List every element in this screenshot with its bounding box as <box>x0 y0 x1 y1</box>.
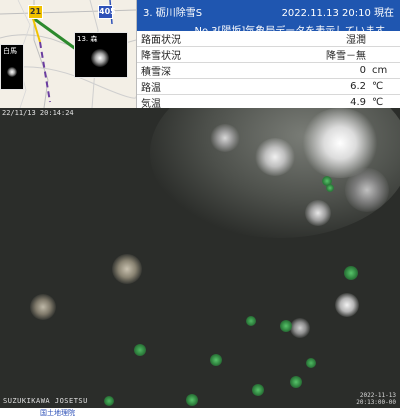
row-label: 路温 <box>137 78 254 95</box>
row-label: 降雪状況 <box>137 46 254 63</box>
weather-panel: 3. 砺川除雪S 2022.11.13 20:10 現在 No.3[陽坂]気象局… <box>137 0 400 112</box>
snow-particle <box>186 394 198 406</box>
camera-location-caption: SUZUKIKAWA JOSETSU <box>3 397 88 405</box>
table-row: 路温 6.2 ℃ <box>137 78 400 95</box>
camera-thumbnail-label: 白馬 <box>3 47 17 55</box>
thumbnail-light <box>91 49 109 67</box>
water-droplet <box>30 294 56 320</box>
snow-particle <box>306 358 316 368</box>
map-panel[interactable]: 21 405 白馬 13. 森 <box>0 0 137 108</box>
route-405-sign: 405 <box>98 5 116 19</box>
camera-timestamp-bottom: 2022-11-13 20:13:00-00 <box>356 392 396 406</box>
snow-particle <box>344 266 358 280</box>
camera-date: 2022-11-13 <box>359 392 396 399</box>
camera-time: 20:13:00-00 <box>356 399 396 406</box>
row-unit <box>370 46 400 63</box>
map-attribution-link[interactable]: 国土地理院 <box>40 408 75 418</box>
station-title: 3. 砺川除雪S <box>143 8 203 19</box>
camera-thumbnail-mori[interactable]: 13. 森 <box>74 32 128 78</box>
row-unit: cm <box>370 62 400 79</box>
water-droplet <box>335 293 359 317</box>
camera-timestamp: 22/11/13 20:14:24 <box>2 109 74 117</box>
water-droplet <box>305 200 331 226</box>
water-droplet <box>290 318 310 338</box>
row-value: 0 <box>253 62 370 79</box>
row-value: 6.2 <box>253 78 370 95</box>
row-label: 積雪深 <box>137 62 254 79</box>
snow-particle <box>252 384 264 396</box>
snow-particle <box>210 354 222 366</box>
snow-particle <box>246 316 256 326</box>
observation-table: 路面状況 湿潤 降雪状況 降雪－無 積雪深 0 cm 路温 6.2 ℃ 気温 4… <box>137 31 400 112</box>
table-row: 積雪深 0 cm <box>137 62 400 79</box>
route-21-sign: 21 <box>28 5 43 19</box>
snow-particle <box>290 376 302 388</box>
live-camera-image: 22/11/13 20:14:24 SUZUKIKAWA JOSETSU 202… <box>0 108 400 408</box>
camera-thumbnail-hakuba[interactable]: 白馬 <box>0 44 24 90</box>
panel-header: 3. 砺川除雪S 2022.11.13 20:10 現在 No.3[陽坂]気象局… <box>137 0 400 37</box>
water-droplet <box>255 138 295 176</box>
row-unit: ℃ <box>370 78 400 95</box>
water-droplet <box>112 254 142 284</box>
camera-thumbnail-label: 13. 森 <box>77 35 98 43</box>
table-row: 降雪状況 降雪－無 <box>137 46 400 63</box>
water-droplet <box>345 168 389 212</box>
snow-particle <box>134 344 146 356</box>
snow-particle <box>280 320 292 332</box>
observation-datetime: 2022.11.13 20:10 現在 <box>281 8 394 19</box>
row-value: 降雪－無 <box>253 46 370 63</box>
thumbnail-light <box>7 67 17 77</box>
snow-particle <box>326 184 334 192</box>
water-droplet <box>210 124 240 152</box>
snow-particle <box>104 396 114 406</box>
